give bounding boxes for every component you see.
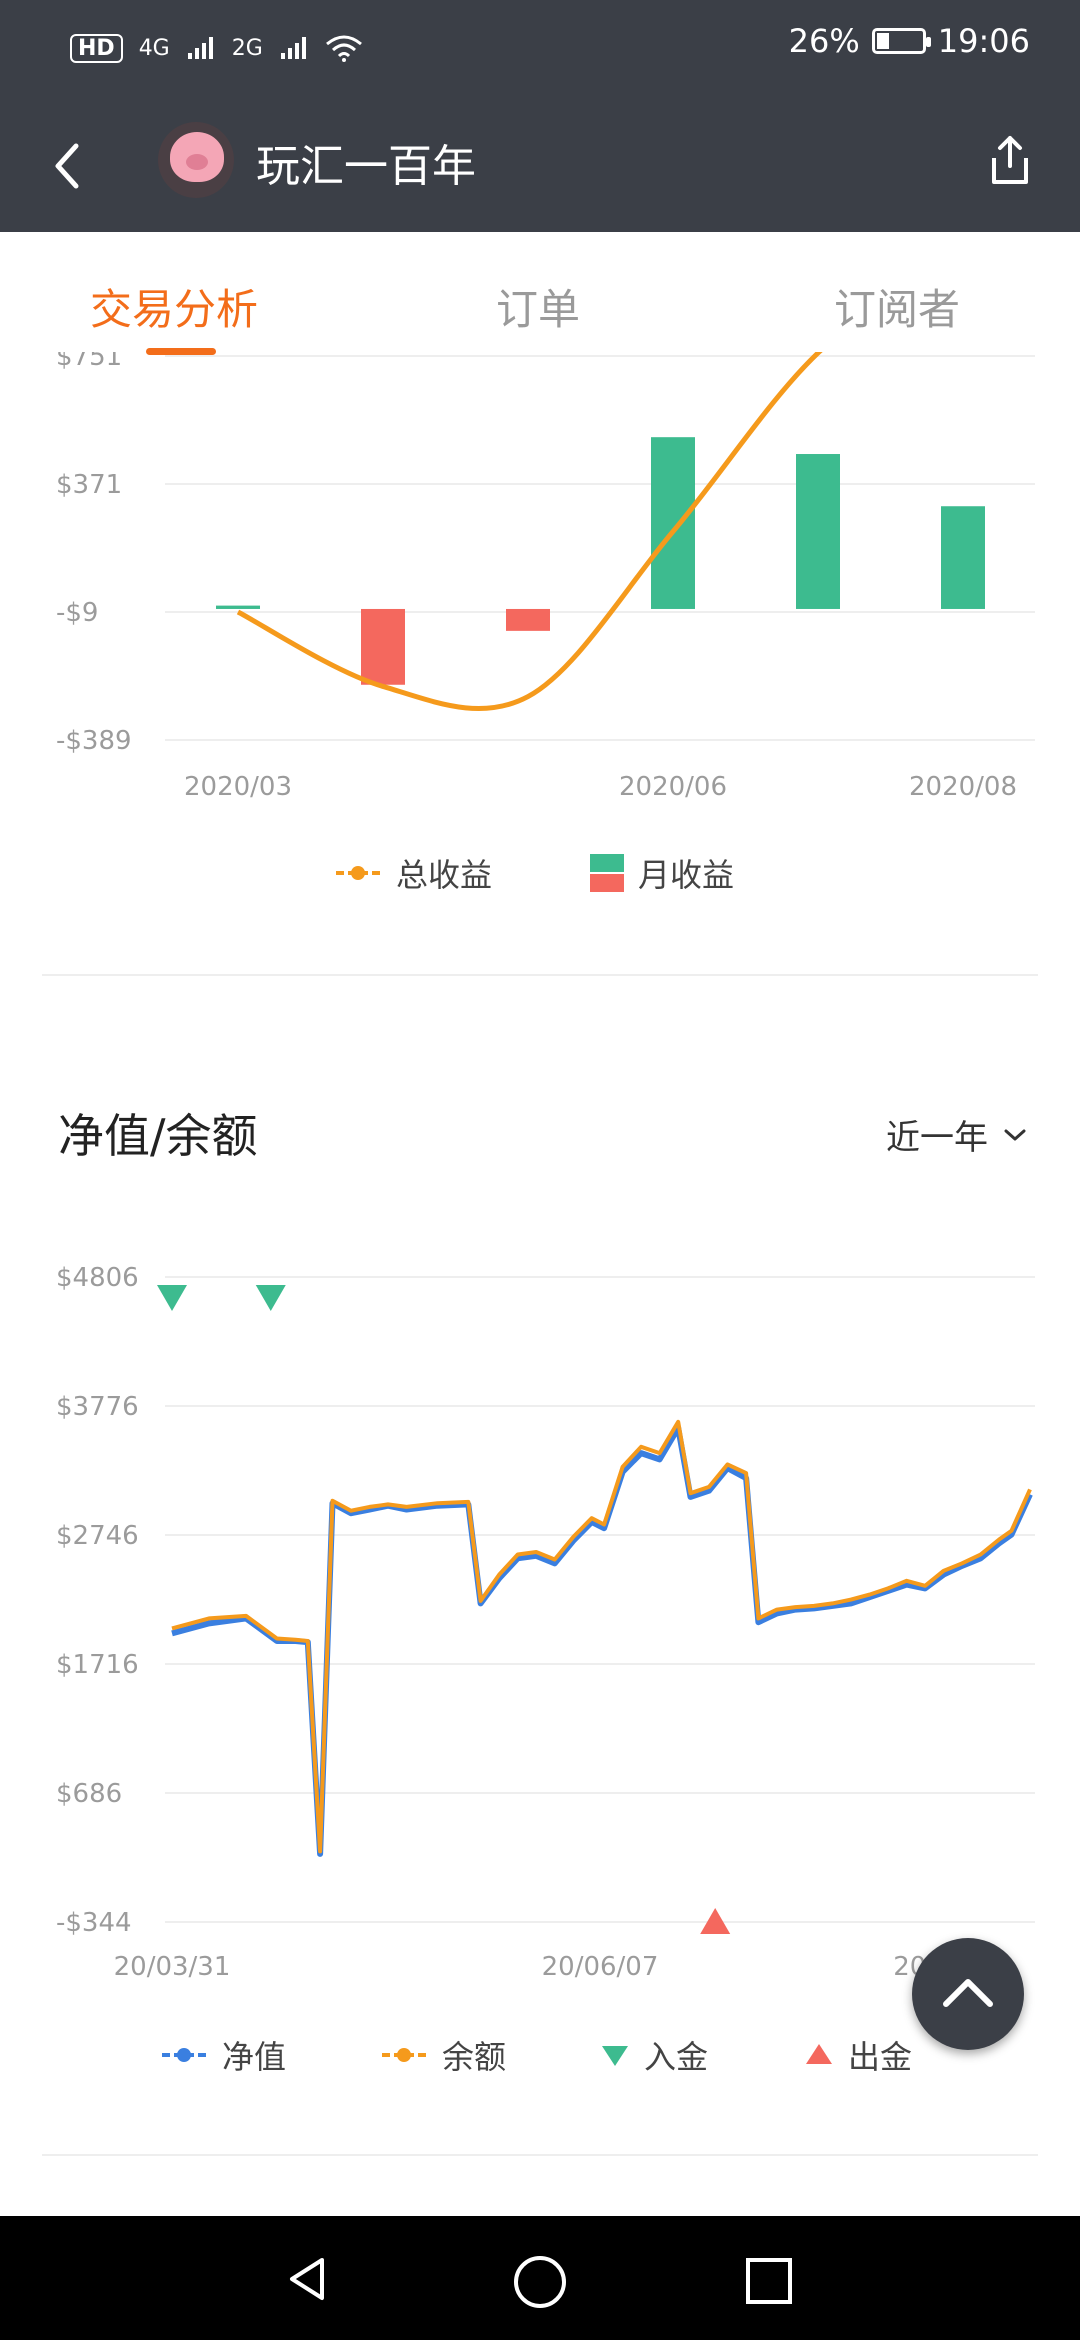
balance-line <box>171 1419 1032 1854</box>
total-profit-line <box>236 352 823 711</box>
profit-bar <box>361 608 405 685</box>
x-tick-label: 2020/06 <box>619 772 727 802</box>
y-tick-label: $371 <box>56 470 122 500</box>
network-2g-label: 2G <box>231 35 263 61</box>
legend-bar-marker-icon <box>590 854 624 892</box>
triangle-up-icon <box>806 2044 832 2064</box>
y-tick-label: $686 <box>56 1779 122 1809</box>
profit-chart-plot: $751 $371 -$9 -$389 <box>56 352 1035 756</box>
legend-line-marker-icon <box>382 2048 426 2062</box>
tab-orders[interactable]: 订单 <box>496 276 580 337</box>
legend-deposit[interactable]: 入金 <box>600 2032 708 2078</box>
profit-bar <box>796 454 840 609</box>
profit-bar <box>506 608 550 631</box>
x-tick-label: 2020/03 <box>184 772 292 802</box>
section-divider <box>42 974 1038 976</box>
equity-balance-chart: $4806 $3776 $2746 $1716 $686 -$344 20/03/31 20/… <box>56 1263 1035 1982</box>
avatar[interactable] <box>158 122 234 198</box>
legend-monthly-profit[interactable]: 月收益 <box>590 850 734 896</box>
tab-bar: 交易分析 订单 订阅者 <box>0 232 1080 355</box>
nav-home-icon[interactable] <box>512 2254 568 2310</box>
y-tick-label: -$344 <box>56 1908 132 1938</box>
y-tick-label: $1716 <box>56 1650 139 1680</box>
network-4g-label: 4G <box>138 35 170 61</box>
triangle-down-icon <box>602 2046 628 2066</box>
profit-bar <box>651 437 695 609</box>
legend-label: 余额 <box>442 2038 507 2076</box>
legend-line-marker-icon <box>336 866 380 880</box>
battery-icon <box>871 28 931 54</box>
legend-label: 净值 <box>222 2038 287 2076</box>
signal-icon-2 <box>280 37 306 59</box>
legend-withdrawal[interactable]: 出金 <box>804 2032 912 2078</box>
y-tick-label: $4806 <box>56 1263 139 1293</box>
page-title: 玩汇一百年 <box>256 141 476 192</box>
section-divider <box>42 2154 1038 2156</box>
profit-bar <box>216 605 260 609</box>
y-tick-label: $2746 <box>56 1521 139 1551</box>
legend-label: 出金 <box>848 2038 913 2076</box>
section-title: 净值/余额 <box>58 1109 258 1163</box>
battery-percent: 26% <box>788 22 860 60</box>
legend-balance[interactable]: 余额 <box>380 2032 506 2078</box>
profit-chart: $751 $371 -$9 -$389 2020/03 2020/06 2020/08 <box>56 352 1035 802</box>
x-tick-label: 20/06/07 <box>542 1952 659 1982</box>
share-icon <box>992 136 1028 184</box>
share-button[interactable] <box>970 120 1050 200</box>
range-dropdown[interactable]: 近一年 <box>886 1110 1028 1159</box>
legend-label: 入金 <box>644 2038 709 2076</box>
chevron-up-icon <box>943 1979 993 2007</box>
y-tick-label: $751 <box>56 352 122 372</box>
x-tick-label: 2020/08 <box>909 772 1017 802</box>
legend-label: 月收益 <box>638 856 735 894</box>
chevron-left-icon <box>55 143 79 189</box>
chevron-down-icon <box>1004 1129 1026 1140</box>
y-tick-label: -$9 <box>56 598 98 628</box>
system-nav-bar <box>0 2216 1080 2340</box>
y-tick-label: $3776 <box>56 1392 139 1422</box>
nav-recents-icon[interactable] <box>744 2256 794 2306</box>
y-tick-label: -$389 <box>56 726 132 756</box>
tab-trade-analysis[interactable]: 交易分析 <box>90 276 258 337</box>
deposit-marker <box>255 1285 286 1311</box>
legend-equity[interactable]: 净值 <box>160 2032 286 2078</box>
hd-badge: HD <box>70 33 123 63</box>
legend-label: 总收益 <box>396 856 493 894</box>
legend-total-profit[interactable]: 总收益 <box>334 850 492 896</box>
profit-bar <box>941 506 985 609</box>
tab-subscribers[interactable]: 订阅者 <box>834 276 960 337</box>
deposit-marker <box>157 1285 187 1311</box>
range-value: 近一年 <box>886 1118 988 1158</box>
wifi-icon <box>325 35 362 62</box>
nav-back-icon[interactable] <box>282 2254 332 2304</box>
app-header: 玩汇一百年 <box>0 100 1080 232</box>
signal-icon <box>187 37 213 59</box>
scroll-top-button[interactable] <box>912 1938 1024 2050</box>
back-button[interactable] <box>30 126 110 206</box>
status-bar: HD 4G 2G 26% 19:06 <box>0 0 1080 100</box>
x-tick-label: 20/03/31 <box>114 1952 231 1982</box>
legend-line-marker-icon <box>162 2048 206 2062</box>
clock: 19:06 <box>937 22 1030 60</box>
